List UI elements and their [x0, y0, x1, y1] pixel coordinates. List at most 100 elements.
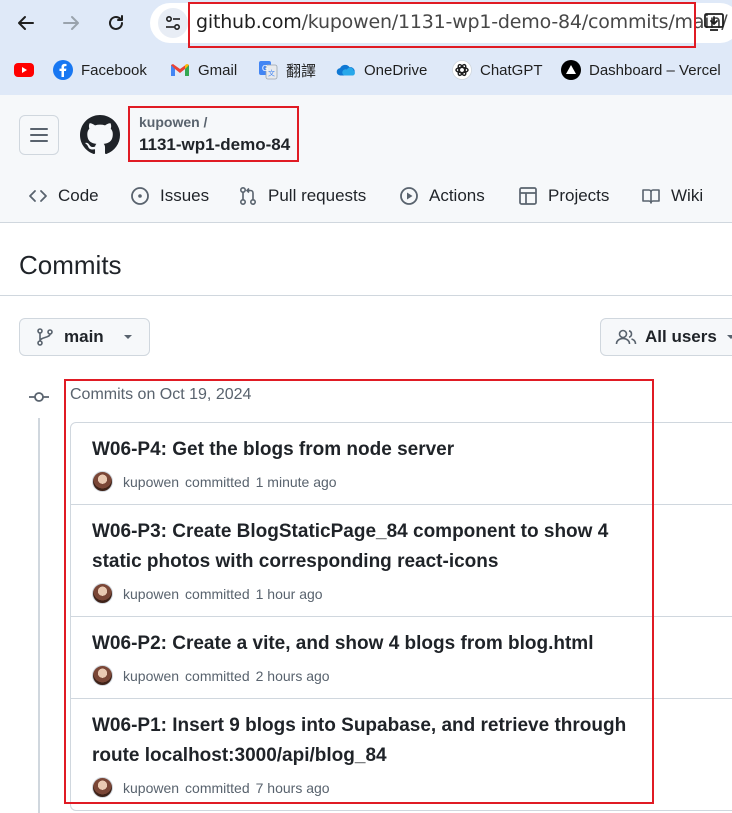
bookmarks-bar: Facebook Gmail G文 翻譯 OneDrive ChatGPT Da…: [0, 56, 732, 84]
caret-down-icon: [726, 335, 732, 339]
tab-label: Issues: [160, 186, 210, 205]
hamburger-icon: [30, 128, 48, 142]
onedrive-icon: [336, 60, 356, 80]
url-path: /kupowen/1131-wp1-demo-84/commits/main/: [301, 11, 728, 33]
commit-row: W06-P2: Create a vite, and show 4 blogs …: [71, 617, 732, 699]
bookmark-youtube[interactable]: [14, 56, 34, 84]
youtube-icon: [14, 60, 34, 80]
commit-author[interactable]: kupowen: [123, 586, 179, 602]
forward-button[interactable]: [56, 8, 86, 38]
tab-label: Pull requests: [268, 186, 367, 205]
commit-date-heading: Commits on Oct 19, 2024: [70, 386, 252, 403]
address-bar[interactable]: github.com/kupowen/1131-wp1-demo-84/comm…: [150, 3, 732, 43]
github-logo-icon[interactable]: [80, 115, 120, 155]
tab-label: Wiki: [671, 186, 704, 205]
reload-icon: [109, 15, 123, 30]
users-filter-button[interactable]: All users: [600, 318, 732, 356]
bookmark-facebook[interactable]: Facebook: [53, 56, 147, 84]
issue-icon: [131, 187, 149, 205]
commit-author[interactable]: kupowen: [123, 474, 179, 490]
commit-action: committed: [185, 779, 250, 796]
table-icon: [519, 187, 537, 205]
back-button[interactable]: [11, 8, 41, 38]
divider: [0, 295, 732, 296]
tab-label: Actions: [429, 186, 485, 205]
bookmark-label: Dashboard – Vercel: [589, 61, 721, 79]
tab-pull-requests[interactable]: Pull requests: [238, 181, 366, 211]
commit-time: 2 hours ago: [255, 667, 330, 684]
commit-title-link[interactable]: W06-P2: Create a vite, and show 4 blogs …: [92, 629, 652, 659]
back-arrow-icon: [18, 16, 34, 30]
branch-select-button[interactable]: main: [19, 318, 150, 356]
tab-issues[interactable]: Issues: [130, 181, 209, 211]
commit-row: W06-P3: Create BlogStaticPage_84 compone…: [71, 505, 732, 617]
commit-time: 1 hour ago: [255, 585, 323, 602]
bookmark-label: Gmail: [198, 61, 238, 79]
tab-projects[interactable]: Projects: [518, 181, 609, 211]
commit-action: committed: [185, 473, 250, 490]
commit-list: W06-P4: Get the blogs from node server k…: [70, 422, 732, 811]
facebook-icon: [53, 60, 73, 80]
bookmark-label: OneDrive: [364, 61, 428, 79]
commit-meta: kupowen committed 1 minute ago: [92, 471, 729, 492]
bookmark-translate[interactable]: G文 翻譯: [258, 56, 316, 84]
bookmark-onedrive[interactable]: OneDrive: [336, 56, 427, 84]
tab-code[interactable]: Code: [28, 181, 99, 211]
commit-title-link[interactable]: W06-P1: Insert 9 blogs into Supabase, an…: [92, 711, 652, 771]
users-filter-label: All users: [645, 327, 717, 346]
tab-label: Projects: [548, 186, 610, 205]
tab-wiki[interactable]: Wiki: [641, 181, 703, 211]
bookmark-label: 翻譯: [286, 62, 317, 80]
commit-title-link[interactable]: W06-P4: Get the blogs from node server: [92, 435, 652, 465]
chatgpt-icon: [452, 60, 472, 80]
commit-author[interactable]: kupowen: [123, 780, 179, 796]
site-info-button[interactable]: [158, 8, 188, 38]
svg-text:文: 文: [268, 69, 275, 78]
tab-actions[interactable]: Actions: [399, 181, 485, 211]
commit-meta: kupowen committed 2 hours ago: [92, 665, 729, 686]
pull-request-icon: [239, 186, 257, 206]
gmail-icon: [170, 60, 190, 80]
page-title: Commits: [19, 250, 122, 280]
git-commit-icon: [29, 392, 49, 402]
commit-time: 7 hours ago: [255, 779, 330, 796]
commit-title-link[interactable]: W06-P3: Create BlogStaticPage_84 compone…: [92, 517, 652, 577]
code-icon: [29, 190, 47, 202]
branch-icon: [37, 328, 53, 346]
commit-meta: kupowen committed 1 hour ago: [92, 583, 729, 604]
bookmark-vercel[interactable]: Dashboard – Vercel: [561, 56, 721, 84]
repo-tabs: Code Issues Pull requests Actions Projec…: [0, 181, 732, 211]
caret-down-icon: [123, 335, 132, 339]
timeline-line: [38, 418, 40, 813]
menu-button[interactable]: [19, 115, 59, 155]
commit-action: committed: [185, 667, 250, 684]
bookmark-chatgpt[interactable]: ChatGPT: [452, 56, 543, 84]
people-icon: [615, 329, 637, 345]
avatar[interactable]: [92, 471, 113, 492]
commit-time: 1 minute ago: [255, 473, 337, 490]
repo-name-link[interactable]: 1131-wp1-demo-84: [139, 135, 290, 155]
avatar[interactable]: [92, 665, 113, 686]
book-icon: [642, 189, 660, 204]
forward-arrow-icon: [63, 16, 79, 30]
avatar[interactable]: [92, 777, 113, 798]
reload-button[interactable]: [101, 8, 131, 38]
browser-chrome: github.com/kupowen/1131-wp1-demo-84/comm…: [0, 0, 732, 95]
commit-author[interactable]: kupowen: [123, 668, 179, 684]
url-host: github.com: [196, 11, 302, 33]
branch-label: main: [64, 327, 104, 346]
avatar[interactable]: [92, 583, 113, 604]
bookmark-gmail[interactable]: Gmail: [170, 56, 237, 84]
vercel-icon: [561, 60, 581, 80]
commit-row: W06-P1: Insert 9 blogs into Supabase, an…: [71, 699, 732, 810]
commit-action: committed: [185, 585, 250, 602]
install-app-icon[interactable]: [704, 12, 726, 32]
play-icon: [400, 187, 418, 205]
tab-label: Code: [58, 186, 99, 205]
commit-meta: kupowen committed 7 hours ago: [92, 777, 729, 798]
bookmark-label: Facebook: [81, 61, 147, 79]
repo-owner-link[interactable]: kupowen /: [139, 114, 207, 130]
translate-icon: G文: [258, 60, 278, 80]
repo-header: kupowen / 1131-wp1-demo-84 Code Issues P…: [0, 95, 732, 223]
commit-row: W06-P4: Get the blogs from node server k…: [71, 423, 732, 505]
